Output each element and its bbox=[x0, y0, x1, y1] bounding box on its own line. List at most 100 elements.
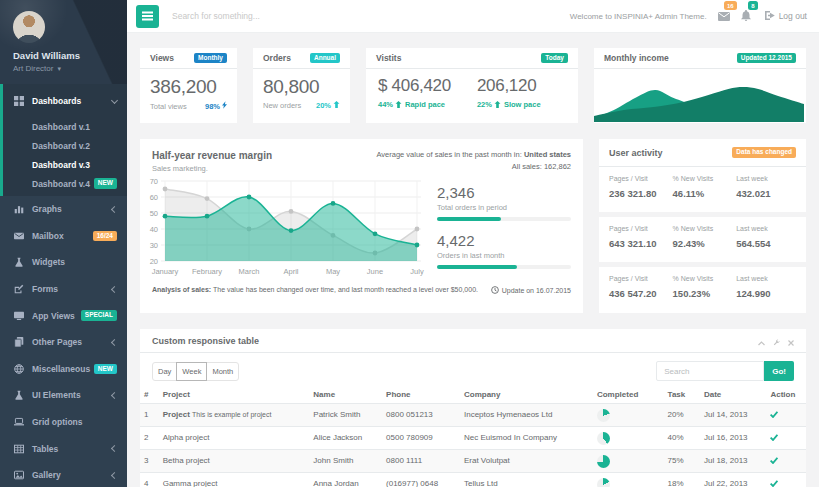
cell-num: 4 bbox=[140, 473, 159, 487]
svg-text:70: 70 bbox=[150, 177, 158, 186]
notifications-button[interactable]: 8 bbox=[741, 7, 751, 25]
check-icon[interactable] bbox=[770, 479, 778, 487]
filter-day-button[interactable]: Day bbox=[152, 362, 177, 381]
cell-action bbox=[766, 450, 806, 473]
activity-col-label: Pages / Visit bbox=[609, 225, 673, 232]
sidebar-item-dashboard-v-3[interactable]: Dashboard v.3 bbox=[3, 155, 127, 174]
alert-count-badge: 8 bbox=[748, 1, 757, 10]
activity-col-label: Last week bbox=[736, 275, 796, 282]
close-icon[interactable] bbox=[788, 332, 794, 350]
cell-company: Inceptos Hymenaeos Ltd bbox=[460, 404, 593, 427]
activity-col-label: % New Visits bbox=[673, 275, 737, 282]
column-header-name: Name bbox=[309, 386, 382, 404]
activity-cell: Last week432.021 bbox=[736, 175, 796, 212]
profile-role-dropdown[interactable]: Art Director▾ bbox=[13, 64, 117, 73]
activity-value: 92.43% bbox=[673, 238, 737, 249]
table-search: Go! bbox=[656, 361, 794, 381]
logout-button[interactable]: Log out bbox=[765, 11, 807, 22]
sidebar-item-label: Widgets bbox=[32, 257, 65, 267]
check-icon[interactable] bbox=[770, 456, 778, 466]
search-input[interactable] bbox=[172, 11, 570, 21]
revenue-note-country: United states bbox=[524, 150, 571, 159]
svg-text:June: June bbox=[367, 267, 383, 276]
bolt-icon bbox=[222, 101, 227, 111]
sidebar-item-mailbox[interactable]: Mailbox16/24 bbox=[0, 223, 127, 250]
sidebar-item-forms[interactable]: Forms bbox=[0, 276, 127, 303]
cell-completed bbox=[593, 404, 664, 427]
range-filter-group: DayWeekMonth bbox=[152, 362, 239, 381]
activity-cell: Pages / Visit436 547.20 bbox=[609, 275, 673, 312]
activity-cell: % New Visits92.43% bbox=[673, 225, 737, 262]
activity-cell: Pages / Visit236 321.80 bbox=[609, 175, 673, 212]
visits-panel: VistitsToday $ 406,42044% Rapid pace206,… bbox=[366, 48, 578, 123]
svg-text:July: July bbox=[410, 267, 424, 276]
globe-icon bbox=[14, 364, 25, 374]
chevron-left-icon bbox=[111, 445, 118, 452]
sidebar-item-label: Miscellaneous bbox=[32, 364, 90, 374]
sidebar-item-dashboard-v-4[interactable]: Dashboard v.4NEW bbox=[3, 174, 127, 193]
sidebar-item-dashboard-v-2[interactable]: Dashboard v.2 bbox=[3, 136, 127, 155]
sidebar-item-graphs[interactable]: Graphs bbox=[0, 196, 127, 223]
sidebar-subitem-label: Dashboard v.2 bbox=[32, 141, 90, 151]
table-search-go-button[interactable]: Go! bbox=[764, 361, 794, 381]
sidebar-item-grid-options[interactable]: Grid options bbox=[0, 409, 127, 436]
revenue-subtitle: Sales marketing. bbox=[152, 164, 272, 173]
cell-date: Jul 18, 2013 bbox=[700, 450, 766, 473]
check-icon[interactable] bbox=[770, 410, 778, 420]
svg-text:February: February bbox=[192, 267, 222, 276]
sidebar-item-widgets[interactable]: Widgets bbox=[0, 249, 127, 276]
sidebar-item-other-pages[interactable]: Other Pages bbox=[0, 329, 127, 356]
revenue-kpi: 4,422Orders in last month bbox=[437, 232, 571, 269]
activity-cell: Last week 124.990 bbox=[736, 275, 796, 312]
activity-value: 432.021 bbox=[736, 188, 796, 199]
filter-week-button[interactable]: Week bbox=[176, 362, 207, 381]
views-change: 98% bbox=[205, 101, 227, 111]
cell-company: Nec Euismod In Company bbox=[460, 427, 593, 450]
bar-chart-icon bbox=[14, 204, 25, 214]
cell-phone: 0800 051213 bbox=[382, 404, 460, 427]
sidebar-item-ui-elements[interactable]: UI Elements bbox=[0, 382, 127, 409]
visits-value: 206,120 bbox=[477, 76, 541, 96]
activity-col-label: Pages / Visit bbox=[609, 275, 673, 282]
sidebar-item-dashboard-v-1[interactable]: Dashboard v.1 bbox=[3, 117, 127, 136]
orders-label: New orders bbox=[263, 101, 301, 110]
sidebar-subitem-label: Dashboard v.4 bbox=[32, 179, 90, 189]
avatar[interactable] bbox=[13, 11, 45, 43]
sidebar-item-app-views[interactable]: App ViewsSPECIAL bbox=[0, 302, 127, 329]
table-search-input[interactable] bbox=[656, 361, 764, 381]
sidebar-item-miscellaneous[interactable]: MiscellaneousNEW bbox=[0, 356, 127, 383]
revenue-panel: Half-year revenue margin Sales marketing… bbox=[140, 139, 583, 313]
app: David Williams Art Director▾ DashboardsD… bbox=[0, 0, 819, 487]
files-icon bbox=[14, 337, 25, 347]
topbar-right: Welcome to INSPINIA+ Admin Theme. 16 8 L… bbox=[570, 7, 807, 25]
activity-row: Pages / Visit436 547.20% New Visits150.2… bbox=[599, 267, 806, 312]
sidebar-badge: SPECIAL bbox=[81, 310, 117, 321]
cell-task: 20% bbox=[664, 404, 700, 427]
table-row: 4 Gamma project Anna Jordan (016977) 064… bbox=[140, 473, 806, 487]
messages-button[interactable]: 16 bbox=[718, 7, 730, 25]
activity-rows: Pages / Visit236 321.80% New Visits46.11… bbox=[599, 167, 806, 312]
filter-month-button[interactable]: Month bbox=[206, 362, 239, 381]
sidebar-item-label: Tables bbox=[32, 444, 58, 454]
wrench-icon[interactable] bbox=[773, 332, 780, 350]
sidebar-item-label: Mailbox bbox=[32, 231, 64, 241]
check-icon[interactable] bbox=[770, 433, 778, 443]
completion-pie-icon bbox=[597, 455, 610, 468]
column-header-task: Task bbox=[664, 386, 700, 404]
revenue-all-sales: All sales: 162,862 bbox=[376, 162, 571, 171]
collapse-icon[interactable] bbox=[758, 332, 765, 350]
menu-toggle-button[interactable] bbox=[136, 5, 159, 28]
activity-value: 124.990 bbox=[736, 288, 796, 299]
completion-pie-icon bbox=[597, 478, 610, 487]
sidebar-item-dashboards[interactable]: Dashboards bbox=[3, 84, 127, 117]
cell-completed bbox=[593, 427, 664, 450]
cell-task: 75% bbox=[664, 450, 700, 473]
cell-project: Gamma project bbox=[159, 473, 310, 487]
income-panel: Monthly incomeUpdated 12.2015 bbox=[594, 48, 806, 123]
cell-company: Tellus Ltd bbox=[460, 473, 593, 487]
sidebar-item-tables[interactable]: Tables bbox=[0, 435, 127, 462]
sidebar: David Williams Art Director▾ DashboardsD… bbox=[0, 0, 127, 487]
cell-project: Betha project bbox=[159, 450, 310, 473]
activity-col-label: Last week bbox=[736, 225, 796, 232]
sidebar-item-gallery[interactable]: Gallery bbox=[0, 462, 127, 487]
